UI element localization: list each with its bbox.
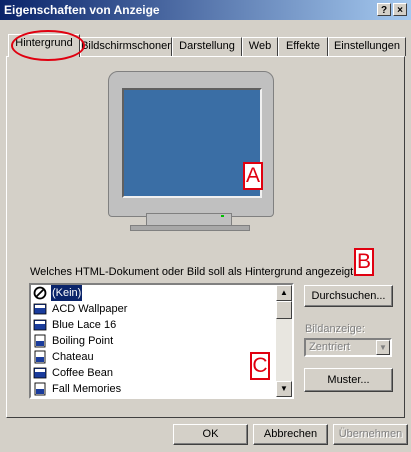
bmp-icon bbox=[33, 303, 47, 315]
display-mode-value: Zentriert bbox=[309, 341, 350, 353]
display-properties-dialog: Eigenschaften von Anzeige ? × Hintergrun… bbox=[0, 0, 411, 452]
display-label: Bildanzeige: bbox=[305, 323, 365, 335]
title-bar[interactable]: Eigenschaften von Anzeige ? × bbox=[0, 0, 411, 20]
image-file-icon bbox=[34, 382, 46, 396]
browse-button[interactable]: Durchsuchen... bbox=[304, 285, 393, 307]
power-led-icon bbox=[221, 215, 224, 217]
annotation-marker-a: A bbox=[243, 162, 263, 190]
none-icon bbox=[33, 286, 47, 300]
window-title: Eigenschaften von Anzeige bbox=[4, 3, 160, 17]
close-button[interactable]: × bbox=[393, 3, 407, 16]
bmp-icon bbox=[33, 319, 47, 331]
chevron-down-icon[interactable]: ▼ bbox=[376, 340, 390, 355]
scroll-up-arrow-icon[interactable]: ▲ bbox=[276, 285, 292, 301]
monitor-base bbox=[130, 225, 250, 231]
tab-einstellungen[interactable]: Einstellungen bbox=[328, 37, 406, 56]
ok-button[interactable]: OK bbox=[173, 424, 248, 445]
pattern-button[interactable]: Muster... bbox=[304, 368, 393, 392]
annotation-marker-c: C bbox=[250, 352, 270, 380]
wallpaper-list[interactable]: (Kein) ACD Wallpaper Blue Lace 16 Boilin… bbox=[29, 283, 294, 399]
tab-darstellung[interactable]: Darstellung bbox=[172, 37, 242, 56]
list-item-label: Fall Memories bbox=[52, 383, 122, 395]
display-mode-select[interactable]: Zentriert ▼ bbox=[304, 338, 392, 357]
annotation-marker-b: B bbox=[354, 248, 374, 276]
help-button[interactable]: ? bbox=[377, 3, 391, 16]
list-item-label: (Kein) bbox=[49, 285, 84, 302]
image-file-icon bbox=[34, 334, 46, 348]
list-item-label: Chateau bbox=[52, 351, 94, 363]
list-scrollbar[interactable]: ▲ ▼ bbox=[276, 285, 292, 397]
list-item-label: Coffee Bean bbox=[52, 367, 113, 379]
apply-button[interactable]: Übernehmen bbox=[333, 424, 408, 445]
wallpaper-prompt: Welches HTML-Dokument oder Bild soll als… bbox=[30, 266, 375, 278]
cancel-button[interactable]: Abbrechen bbox=[253, 424, 328, 445]
tab-web[interactable]: Web bbox=[242, 37, 278, 56]
tab-effekte[interactable]: Effekte bbox=[278, 37, 328, 56]
annotation-circle bbox=[11, 30, 85, 61]
bmp-icon bbox=[33, 367, 47, 379]
preview-screen bbox=[122, 88, 262, 198]
scroll-down-arrow-icon[interactable]: ▼ bbox=[276, 381, 292, 397]
list-item-label: Boiling Point bbox=[52, 335, 114, 347]
list-item-label: Blue Lace 16 bbox=[52, 319, 117, 331]
scroll-thumb[interactable] bbox=[276, 301, 292, 319]
list-item-label: ACD Wallpaper bbox=[52, 303, 128, 315]
tab-bildschirmschoner[interactable]: Bildschirmschoner bbox=[80, 37, 172, 56]
image-file-icon bbox=[34, 350, 46, 364]
